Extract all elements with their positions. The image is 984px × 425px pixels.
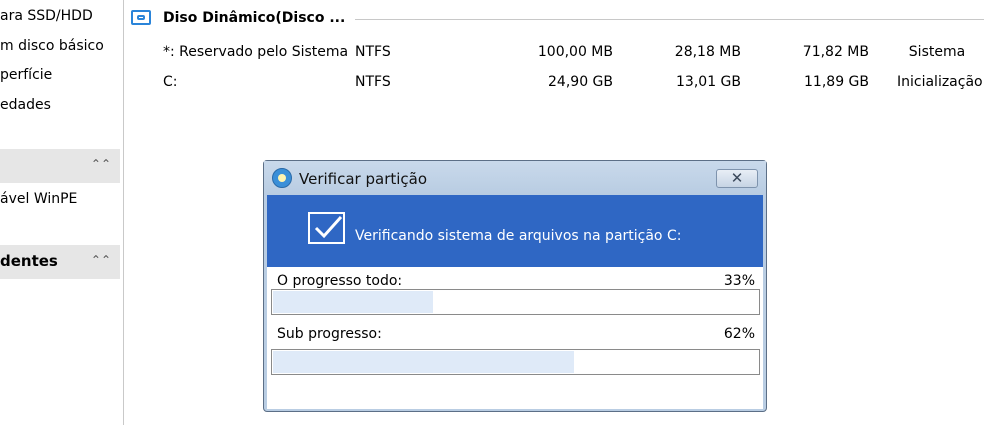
partition-used: 13,01 GB (676, 74, 741, 90)
partition-used: 28,18 MB (674, 44, 741, 60)
sub-progress-percent: 62% (723, 326, 755, 342)
partition-filesystem: NTFS (355, 44, 391, 60)
partition-type: Sistema (908, 44, 966, 60)
partition-name: *: Reservado pelo Sistema (163, 44, 349, 60)
partition-row[interactable]: C: NTFS 24,90 GB 13,01 GB 11,89 GB Inici… (0, 74, 984, 94)
partition-type: Inicialização (897, 74, 983, 90)
chevron-up-icon[interactable]: ⌃⌃ (91, 157, 111, 171)
overall-progress-percent: 33% (723, 273, 755, 289)
sub-progress-bar (271, 349, 760, 375)
sidebar-item-winpe[interactable]: ável WinPE (0, 191, 77, 207)
partition-name: C: (163, 74, 178, 90)
partition-row[interactable]: *: Reservado pelo Sistema NTFS 100,00 MB… (0, 44, 984, 64)
overall-progress-fill (273, 291, 433, 313)
disk-header[interactable]: Diso Dinâmico(Disco ... (131, 8, 984, 30)
disk-icon (131, 10, 151, 25)
dialog-banner: Verificando sistema de arquivos na parti… (267, 195, 763, 267)
partition-capacity: 24,90 GB (548, 74, 613, 90)
sidebar-section-header[interactable]: ⌃⌃ (0, 149, 120, 183)
overall-progress-bar (271, 289, 760, 315)
overall-progress-label: O progresso todo: (277, 273, 403, 289)
checkbox-check-icon (308, 212, 345, 244)
partition-capacity: 100,00 MB (537, 44, 613, 60)
close-icon: ✕ (730, 169, 744, 187)
dialog-title: Verificar partição (299, 170, 428, 188)
sidebar-item-label: ável WinPE (0, 191, 78, 207)
sidebar-item-properties[interactable]: edades (0, 97, 51, 113)
partition-free: 11,89 GB (804, 74, 869, 90)
check-partition-dialog: Verificar partição ✕ Verificando sistema… (263, 160, 767, 412)
chevron-up-icon[interactable]: ⌃⌃ (91, 253, 111, 267)
sub-progress-fill (273, 351, 574, 373)
sidebar-item-ssd-hdd[interactable]: ara SSD/HDD (0, 8, 93, 24)
dialog-body: O progresso todo: 33% Sub progresso: 62% (267, 267, 763, 409)
sidebar-section-label: dentes (0, 252, 58, 270)
sub-progress-label: Sub progresso: (277, 326, 382, 342)
disk-title: Diso Dinâmico(Disco ... (163, 10, 346, 26)
dialog-title-bar[interactable]: Verificar partição ✕ (264, 161, 766, 195)
partition-free: 71,82 MB (802, 44, 869, 60)
app-icon (272, 168, 292, 188)
sidebar-item-label: ara SSD/HDD (0, 8, 93, 24)
partition-filesystem: NTFS (355, 74, 391, 90)
dialog-message: Verificando sistema de arquivos na parti… (355, 228, 682, 244)
divider (355, 19, 984, 20)
sidebar-section-pending[interactable]: dentes ⌃⌃ (0, 245, 120, 279)
sidebar-item-label: edades (0, 97, 51, 113)
close-button[interactable]: ✕ (716, 169, 758, 188)
